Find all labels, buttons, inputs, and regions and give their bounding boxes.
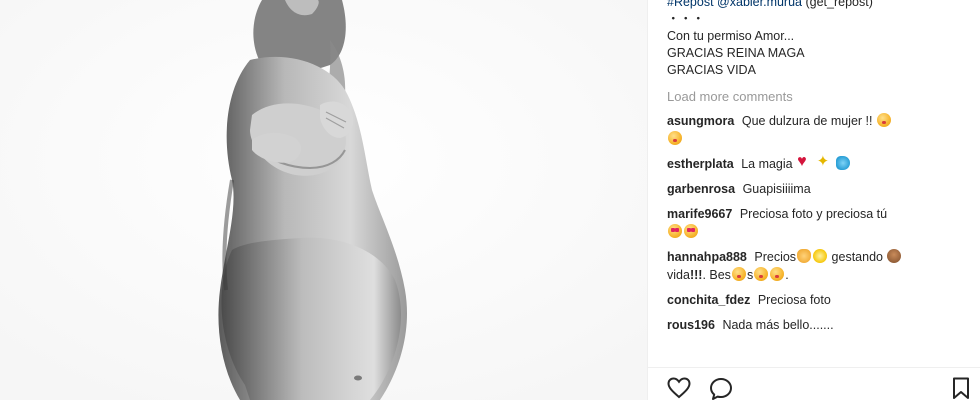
- comment-text: Guapisiiiima: [742, 182, 811, 196]
- comment-text: Nada más bello.......: [722, 318, 834, 332]
- panel-divider: [647, 0, 648, 400]
- kissing-face-emoji-icon: [876, 113, 891, 127]
- kissing-face-emoji-icon: [770, 267, 785, 281]
- comment-text-part: . Bes: [702, 268, 731, 282]
- pregnant-woman-photo: [0, 0, 647, 400]
- comment-item: estherplata La magia: [667, 153, 967, 173]
- sparkles-emoji-icon: [817, 153, 831, 171]
- comment-username[interactable]: hannahpa888: [667, 250, 747, 264]
- comment-username[interactable]: garbenrosa: [667, 182, 735, 196]
- comment-text-part: !!!: [689, 268, 703, 282]
- comment-item: hannahpa888 Precios gestando vida!!!. Be…: [667, 248, 967, 284]
- comment-text-part: vida: [667, 268, 690, 282]
- ok-hand-emoji-icon: [797, 249, 812, 263]
- comment-item: rous196 Nada más bello.......: [667, 316, 967, 334]
- comment-text-part: .: [785, 268, 789, 282]
- caption-line-1: Con tu permiso Amor...: [667, 29, 795, 43]
- kissing-face-emoji-icon: [754, 267, 769, 281]
- kissing-face-emoji-icon: [668, 131, 682, 145]
- post-photo[interactable]: [0, 0, 647, 400]
- comment-username[interactable]: estherplata: [667, 157, 734, 171]
- post-caption: #Repost @xabier.murua (get_repost) ・・・ C…: [667, 0, 967, 79]
- mention-link[interactable]: @xabier.murua: [717, 0, 802, 9]
- hashtag-link[interactable]: #Repost: [667, 0, 714, 9]
- comment-text-part: gestando: [831, 250, 883, 264]
- heart-eyes-emoji-icon: [684, 224, 698, 238]
- comment-text: La magia: [741, 157, 793, 171]
- speech-bubble-icon[interactable]: [709, 377, 733, 406]
- fish-emoji-icon: [836, 156, 851, 170]
- sun-face-emoji-icon: [813, 249, 828, 263]
- comment-username[interactable]: marife9667: [667, 207, 732, 221]
- comments-section: #Repost @xabier.murua (get_repost) ・・・ C…: [667, 0, 967, 334]
- kissing-face-emoji-icon: [731, 267, 746, 281]
- sparkling-heart-emoji-icon: [797, 153, 811, 171]
- see-no-evil-monkey-emoji-icon: [887, 249, 902, 263]
- comment-text: Que dulzura de mujer !!: [741, 114, 873, 128]
- comment-username[interactable]: rous196: [667, 318, 715, 332]
- post-action-bar: [648, 367, 980, 401]
- caption-line-2: GRACIAS REINA MAGA: [667, 46, 805, 60]
- comment-item: garbenrosa Guapisiiiima: [667, 180, 967, 198]
- load-more-comments-button[interactable]: Load more comments: [667, 88, 967, 105]
- comment-text: Preciosa foto y preciosa tú: [739, 207, 888, 221]
- comment-username[interactable]: conchita_fdez: [667, 293, 750, 307]
- comment-item: asungmora Que dulzura de mujer !!: [667, 112, 967, 148]
- comment-username[interactable]: asungmora: [667, 114, 734, 128]
- caption-dots: ・・・: [667, 12, 705, 26]
- caption-line-3: GRACIAS VIDA: [667, 63, 756, 77]
- comment-text: Preciosa foto: [757, 293, 831, 307]
- comment-text-part: Precios: [754, 250, 797, 264]
- comment-item: conchita_fdez Preciosa foto: [667, 291, 967, 309]
- comment-text-part: s: [746, 268, 754, 282]
- repost-source: (get_repost): [805, 0, 873, 9]
- comment-item: marife9667 Preciosa foto y preciosa tú: [667, 205, 967, 241]
- heart-eyes-emoji-icon: [668, 224, 682, 238]
